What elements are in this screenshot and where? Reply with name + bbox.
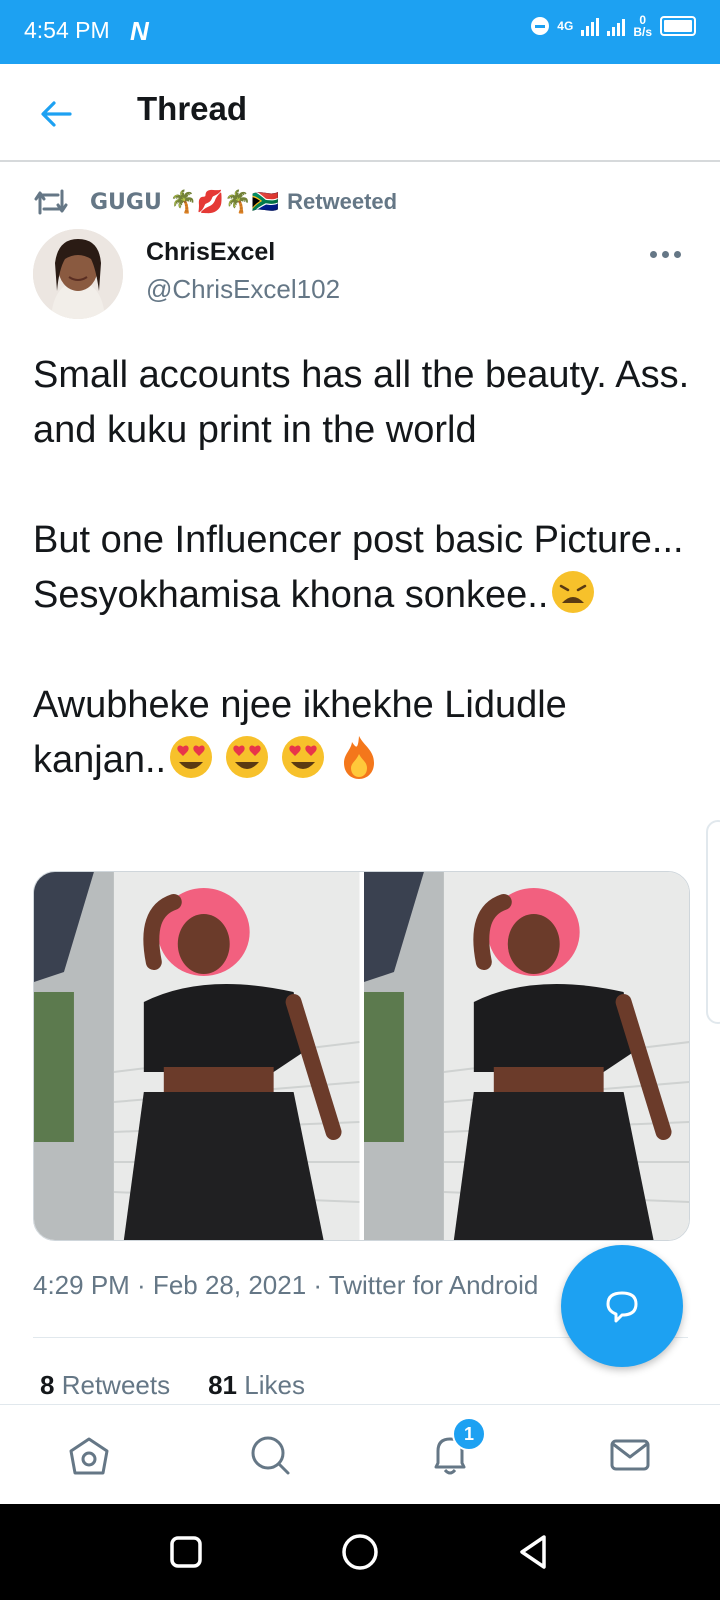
page-title: Thread xyxy=(137,90,248,127)
status-bar: 4:54 PM N 4G 0 B/s xyxy=(0,0,720,64)
tweet-photo-1[interactable] xyxy=(34,872,360,1240)
notifications-badge: 1 xyxy=(452,1417,486,1451)
thread-header: Thread xyxy=(0,64,720,162)
signal-icon xyxy=(581,16,600,36)
bottom-navigation: 1 xyxy=(0,1404,720,1505)
network-type: 4G xyxy=(557,19,574,33)
likes-count: 81 xyxy=(208,1370,238,1400)
tweet-media xyxy=(33,871,690,1241)
tweet-paragraph-1: Small accounts has all the beauty. Ass. … xyxy=(33,354,690,451)
app-notification-icon: N xyxy=(130,16,149,46)
fire-emoji-icon xyxy=(344,736,375,779)
system-navigation-bar xyxy=(0,1504,720,1600)
tweet-paragraph-2: But one Influencer post basic Picture...… xyxy=(33,513,703,623)
retweet-context[interactable]: GUGU 🌴💋🌴🇿🇦 Retweeted xyxy=(32,184,397,220)
tweet-paragraph-3: Awubheke njee ikhekhe Lidudle kanjan.. xyxy=(33,678,703,788)
reply-fab-button[interactable] xyxy=(561,1245,683,1367)
avatar-image xyxy=(33,229,123,319)
status-icons: 4G 0 B/s xyxy=(531,14,696,38)
nav-messages[interactable] xyxy=(602,1427,658,1483)
retweets-stat[interactable]: 8 Retweets xyxy=(40,1370,170,1401)
tweet-photo-2[interactable] xyxy=(363,872,689,1240)
likes-label: Likes xyxy=(244,1370,305,1400)
nav-home[interactable] xyxy=(61,1427,117,1483)
home-circle-icon[interactable] xyxy=(338,1530,382,1574)
battery-icon xyxy=(660,16,696,36)
likes-stat[interactable]: 81 Likes xyxy=(208,1370,305,1401)
home-icon xyxy=(69,1437,109,1475)
back-triangle-icon[interactable] xyxy=(512,1530,556,1574)
back-arrow-icon[interactable] xyxy=(36,94,76,134)
author-handle[interactable]: @ChrisExcel102 xyxy=(146,274,340,305)
heart-eyes-emoji-icon xyxy=(170,736,213,778)
tweet-stats: 8 Retweets 81 Likes xyxy=(40,1370,305,1401)
status-time: 4:54 PM xyxy=(24,17,110,43)
tweet-text: Small accounts has all the beauty. Ass. … xyxy=(33,348,703,788)
data-rate-unit: B/s xyxy=(633,25,652,39)
retweeted-label: Retweeted xyxy=(287,189,398,214)
tweet-timestamp: 4:29 PM · Feb 28, 2021 · Twitter for And… xyxy=(33,1270,539,1300)
retweet-icon xyxy=(34,189,68,215)
retweets-count: 8 xyxy=(40,1370,55,1400)
edge-panel-handle[interactable] xyxy=(706,820,720,1024)
heart-eyes-emoji-icon xyxy=(282,736,325,778)
photo-1-image xyxy=(34,872,360,1240)
messages-icon xyxy=(610,1439,650,1471)
more-options-icon[interactable] xyxy=(650,244,686,264)
nav-search[interactable] xyxy=(242,1427,298,1483)
weary-face-emoji-icon xyxy=(552,571,595,613)
author-name[interactable]: ChrisExcel xyxy=(146,238,275,267)
reply-bubble-icon xyxy=(606,1291,638,1323)
heart-eyes-emoji-icon xyxy=(226,736,269,778)
data-rate: 0 B/s xyxy=(633,14,652,38)
recents-icon[interactable] xyxy=(164,1530,208,1574)
retweeter-name: GUGU 🌴💋🌴🇿🇦 xyxy=(90,189,280,215)
retweets-label: Retweets xyxy=(61,1370,171,1400)
avatar[interactable] xyxy=(33,229,123,319)
search-icon xyxy=(251,1436,290,1475)
nav-notifications[interactable]: 1 xyxy=(422,1417,486,1483)
signal-icon-2 xyxy=(607,16,626,36)
photo-2-image xyxy=(363,872,689,1240)
do-not-disturb-icon xyxy=(531,17,550,35)
